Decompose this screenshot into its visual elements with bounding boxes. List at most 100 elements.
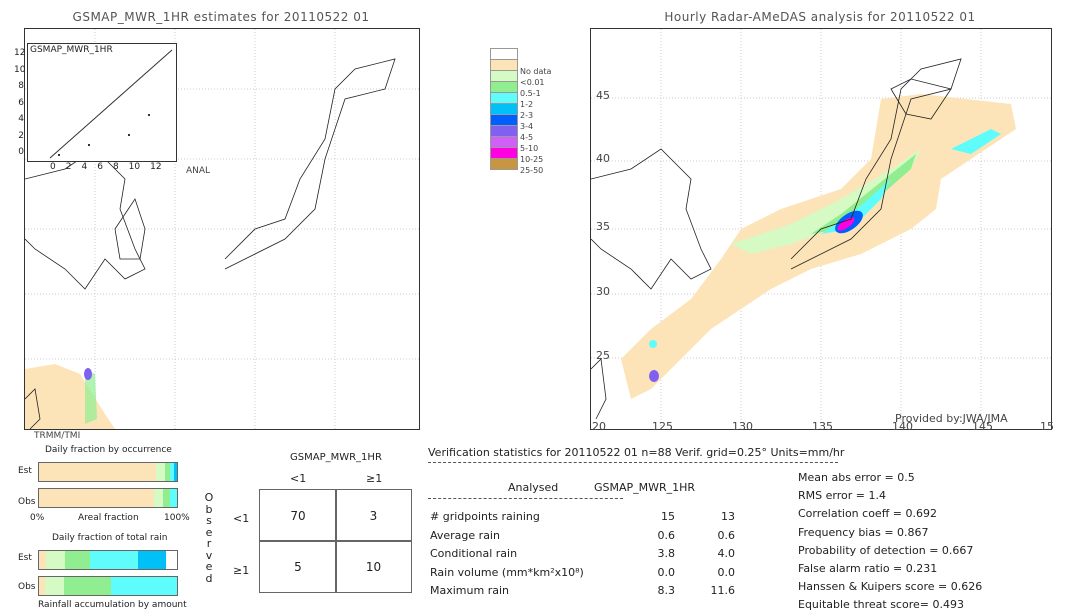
rain-xlabel: Rainfall accumulation by amount	[38, 600, 187, 610]
stat-label: Maximum rain	[430, 584, 509, 597]
bar-segment	[65, 551, 91, 569]
stat-analysed: 15	[661, 510, 675, 523]
score-line: Frequency bias = 0.867	[798, 525, 929, 539]
x-tick: 4	[81, 162, 88, 172]
stat-label: Average rain	[430, 528, 500, 542]
x-tick: 12	[150, 162, 162, 172]
x-tick: 10	[128, 162, 141, 172]
row-title: Observed	[204, 491, 214, 585]
legend-label: 2-3	[520, 111, 534, 120]
stat-gsmap: 0.0	[717, 565, 736, 579]
credit-label: Provided by:JWA/JMA	[895, 412, 1008, 425]
bar-segment	[90, 551, 139, 569]
lon-tick: 135	[812, 420, 833, 433]
stat-label: # gridpoints raining	[430, 510, 540, 523]
est-label: Est	[18, 466, 32, 476]
y-tick: 8	[18, 81, 24, 91]
obs-occurrence-bar	[38, 488, 178, 508]
x-tick: 6	[97, 162, 103, 172]
stat-analysed: 0.6	[657, 528, 676, 542]
stat-gsmap: 4.0	[717, 547, 736, 560]
bar-segment	[170, 489, 177, 507]
stat-label: Rain volume (mm*km²x10⁸)	[430, 565, 584, 579]
row-label: <1	[233, 512, 250, 525]
bar-segment	[44, 577, 64, 595]
stat-analysed: 8.3	[657, 584, 676, 597]
lat-tick: 45	[596, 89, 610, 102]
stat-analysed: 0.0	[657, 565, 676, 579]
bar-segment	[63, 577, 111, 595]
legend-label: <0.01	[520, 78, 545, 87]
lon-tick: 20	[592, 420, 606, 433]
table-title: GSMAP_MWR_1HR	[290, 452, 382, 463]
table-cell: 3	[335, 489, 412, 542]
sensor-label: TRMM/TMI	[34, 431, 81, 441]
bar-segment	[110, 577, 177, 595]
est-rain-bar	[38, 550, 178, 570]
legend-label: No data	[520, 67, 552, 76]
lat-tick: 35	[596, 220, 610, 233]
lon-tick: 15	[1040, 420, 1054, 433]
score-line: Hanssen & Kuipers score = 0.626	[798, 580, 983, 594]
inset-y-ticks: 12 10 8 6 4 2 0	[14, 45, 26, 161]
bar-segment	[163, 489, 171, 507]
x-tick-0: 0%	[30, 513, 45, 523]
divider	[428, 462, 838, 463]
col-analysed: Analysed	[508, 481, 559, 494]
anal-label: ANAL	[186, 166, 211, 176]
stat-analysed: 3.8	[657, 547, 676, 560]
est-occurrence-bar	[38, 462, 178, 482]
score-line: Probability of detection = 0.667	[798, 543, 974, 557]
color-legend: No data <0.01 0.5-1 1-2 2-3 3-4 4-5 5-10 10-25 25…	[490, 48, 570, 175]
legend-label: 25-50	[520, 166, 544, 175]
y-tick: 10	[14, 64, 26, 75]
table-cell: 70	[259, 489, 337, 542]
x-tick-100: 100%	[164, 513, 190, 523]
inset-svg	[49, 49, 173, 159]
bar-segment	[153, 489, 164, 507]
x-tick: 0	[50, 162, 56, 172]
lon-tick: 125	[652, 420, 673, 433]
scatter-inset: GSMAP_MWR_1HR	[27, 43, 177, 162]
x-tick: 8	[112, 162, 119, 172]
est-label: Est	[18, 553, 32, 563]
lon-tick: 130	[732, 420, 753, 433]
col-gsmap: GSMAP_MWR_1HR	[594, 481, 696, 494]
score-line: Correlation coeff = 0.692	[798, 507, 937, 521]
bar-segment	[174, 463, 177, 481]
stat-gsmap: 0.6	[717, 528, 736, 542]
table-cell: 5	[259, 540, 337, 593]
stat-gsmap: 13	[721, 510, 735, 523]
lat-tick: 30	[596, 285, 610, 298]
legend-swatch	[490, 158, 518, 170]
right-map	[590, 28, 1052, 430]
bar-segment	[39, 489, 154, 507]
obs-label: Obs	[18, 582, 36, 592]
bar-segment	[45, 551, 66, 569]
stats-header: Verification statistics for 20110522 01 …	[428, 446, 845, 459]
x-tick: 2	[65, 162, 72, 172]
y-tick: 0	[18, 147, 24, 157]
score-line: Equitable threat score= 0.493	[798, 598, 964, 612]
occurrence-title: Daily fraction by occurrence	[45, 445, 172, 455]
y-tick: 12	[14, 48, 26, 58]
bar-segment	[39, 551, 46, 569]
occurrence-xlabel: Areal fraction	[78, 513, 139, 523]
y-tick: 4	[18, 114, 24, 124]
bar-segment	[138, 551, 166, 569]
score-line: RMS error = 1.4	[798, 489, 886, 503]
obs-rain-bar	[38, 576, 178, 596]
score-line: Mean abs error = 0.5	[798, 471, 915, 484]
right-map-title: Hourly Radar-AMeDAS analysis for 2011052…	[664, 10, 976, 24]
right-map-svg	[591, 29, 1051, 429]
legend-label: 3-4	[520, 122, 534, 131]
divider	[428, 498, 623, 499]
obs-label: Obs	[18, 497, 36, 507]
total-rain-title: Daily fraction of total rain	[52, 533, 168, 543]
legend-label: 0.5-1	[520, 89, 541, 98]
left-map-title: GSMAP_MWR_1HR estimates for 20110522 01	[72, 10, 370, 24]
lat-tick: 25	[596, 349, 610, 362]
y-tick: 2	[18, 130, 24, 141]
legend-label: 10-25	[520, 155, 544, 164]
stat-gsmap: 11.6	[710, 584, 736, 597]
